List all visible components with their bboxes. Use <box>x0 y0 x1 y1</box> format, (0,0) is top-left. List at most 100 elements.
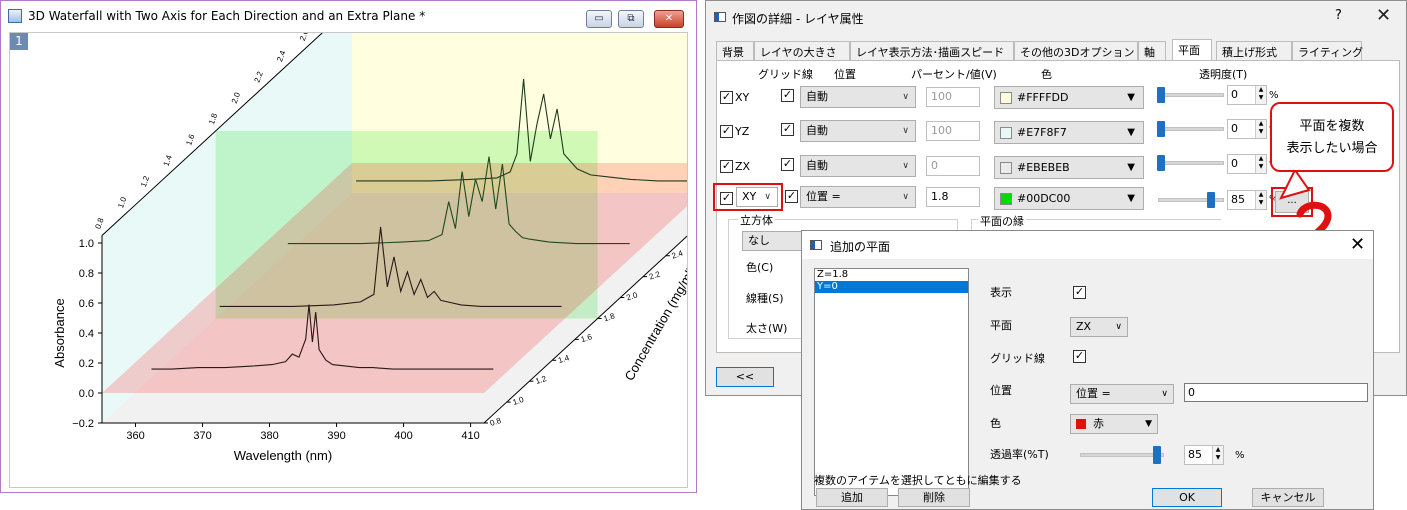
tab-axis[interactable]: 軸 <box>1138 41 1166 61</box>
minimize-button[interactable]: ▭ <box>586 10 612 28</box>
cancel-button[interactable]: キャンセル <box>1252 488 1324 507</box>
tab-display-speed[interactable]: レイヤ表示方法･描画スピード <box>850 41 1014 61</box>
position-yz-combo[interactable]: 自動 ∨ <box>800 120 916 142</box>
grid-zx-checkbox[interactable]: ✓ <box>781 158 794 171</box>
plane-value: ZX <box>1076 320 1092 333</box>
z-top-tick-label: 1.0 <box>116 195 128 209</box>
show-zx-checkbox[interactable]: ✓ <box>720 160 733 173</box>
delete-button[interactable]: 削除 <box>898 488 970 507</box>
color-zx-combo[interactable]: #EBEBEB ▼ <box>994 156 1144 179</box>
transparency-zx-slider[interactable] <box>1157 155 1224 171</box>
position-value-input[interactable]: 0 <box>1184 383 1368 402</box>
y-tick-label: 0.2 <box>79 358 94 370</box>
value-zx-input[interactable]: 0 <box>926 156 980 176</box>
grid-yz-checkbox[interactable]: ✓ <box>781 123 794 136</box>
position-zx-value: 自動 <box>806 159 828 172</box>
restore-button[interactable]: ⧉ <box>618 10 644 28</box>
color-header: 色 <box>1041 68 1052 81</box>
x-tick-label: 380 <box>260 430 278 442</box>
z-tick-label: 0.8 <box>489 416 503 428</box>
close-button[interactable]: ✕ <box>654 10 684 28</box>
position-extra-combo[interactable]: 位置 = ∨ <box>800 186 916 208</box>
list-item[interactable]: Y=0 <box>815 281 968 293</box>
chevron-down-icon: ∨ <box>902 92 909 102</box>
position-zx-combo[interactable]: 自動 ∨ <box>800 155 916 177</box>
position-mode-combo[interactable]: 位置 = ∨ <box>1070 384 1174 404</box>
dropdown-arrow-icon: ▼ <box>1127 193 1135 204</box>
transparency-xy-spin[interactable]: 0 ▲ ▼ <box>1227 85 1267 105</box>
transparency-yz-spin[interactable]: 0 ▲ ▼ <box>1227 119 1267 139</box>
tab-stacking[interactable]: 積上げ形式 <box>1216 41 1292 61</box>
z-top-tick-label: 0.8 <box>93 216 105 230</box>
layer-badge[interactable]: 1 <box>10 33 28 50</box>
grid-extra-checkbox[interactable]: ✓ <box>785 190 798 203</box>
transparency-label: 透過率(%T) <box>990 448 1049 461</box>
spin-arrows-icon[interactable]: ▲ ▼ <box>1255 155 1266 173</box>
graph-titlebar[interactable]: 3D Waterfall with Two Axis for Each Dire… <box>1 1 696 31</box>
graph-window-title: 3D Waterfall with Two Axis for Each Dire… <box>28 9 426 23</box>
color-extra-combo[interactable]: #00DC00 ▼ <box>994 187 1144 210</box>
y-tick-label: −0.2 <box>72 418 94 430</box>
tab-planes[interactable]: 平面 <box>1172 39 1212 62</box>
grid-xy-checkbox[interactable]: ✓ <box>781 89 794 102</box>
transparency-yz-slider[interactable] <box>1157 121 1224 137</box>
plane-combo[interactable]: ZX ∨ <box>1070 317 1128 337</box>
tab-background[interactable]: 背景 <box>716 41 754 61</box>
tab-3d-options[interactable]: その他の3Dオプション <box>1014 41 1138 61</box>
ok-button[interactable]: OK <box>1152 488 1222 507</box>
x-tick-label: 390 <box>327 430 345 442</box>
value-yz-input[interactable]: 100 <box>926 121 980 141</box>
value-extra-input[interactable]: 1.8 <box>926 187 980 207</box>
position-xy-combo[interactable]: 自動 ∨ <box>800 86 916 108</box>
transparency-header: 透明度(T) <box>1199 68 1248 81</box>
color-xy-combo[interactable]: #FFFFDD ▼ <box>994 86 1144 109</box>
show-xy-checkbox[interactable]: ✓ <box>720 91 733 104</box>
extra-plane-combo[interactable]: XY ∨ <box>736 187 778 207</box>
tab-lighting[interactable]: ライティング <box>1292 41 1363 61</box>
slider-thumb[interactable] <box>1157 121 1165 137</box>
x-tick-label: 360 <box>126 430 144 442</box>
transparency-extra-value: 85 <box>1231 193 1245 206</box>
slider-thumb[interactable] <box>1157 87 1165 103</box>
list-item[interactable]: Z=1.8 <box>815 269 968 281</box>
spin-arrows-icon[interactable]: ▲ ▼ <box>1212 446 1223 464</box>
graph-canvas[interactable]: −0.2−0.20.00.00.20.20.40.40.60.60.80.81.… <box>9 0 757 488</box>
additional-planes-title: 追加の平面 <box>830 240 891 254</box>
dialog-icon <box>714 12 726 22</box>
spin-arrows-icon[interactable]: ▲ ▼ <box>1255 120 1266 138</box>
color-label: 色 <box>990 417 1001 430</box>
value-xy-input[interactable]: 100 <box>926 87 980 107</box>
transparency-spin[interactable]: 85 ▲ ▼ <box>1184 445 1224 465</box>
show-yz-checkbox[interactable]: ✓ <box>720 125 733 138</box>
transparency-zx-spin[interactable]: 0 ▲ ▼ <box>1227 154 1267 174</box>
transparency-extra-spin[interactable]: 85 ▲ ▼ <box>1227 190 1267 210</box>
show-checkbox[interactable]: ✓ <box>1073 286 1086 299</box>
grid-checkbox[interactable]: ✓ <box>1073 350 1086 363</box>
color-combo[interactable]: 赤 ▼ <box>1070 414 1158 434</box>
additional-planes-titlebar[interactable]: 追加の平面 ✕ <box>802 231 1373 259</box>
color-yz-combo[interactable]: #E7F8F7 ▼ <box>994 121 1144 144</box>
dialog-close-icon[interactable]: ✕ <box>1376 5 1391 26</box>
spin-arrows-icon[interactable]: ▲ ▼ <box>1255 191 1266 209</box>
slider-thumb[interactable] <box>1157 155 1165 171</box>
transparency-slider[interactable] <box>1080 446 1164 464</box>
z-tick-label: 1.6 <box>580 332 594 344</box>
multi-edit-hint: 複数のアイテムを選択してともに編集する <box>814 474 1022 487</box>
chevron-down-icon: ∨ <box>902 192 909 202</box>
z-top-tick-label: 2.0 <box>230 91 242 105</box>
transparency-extra-slider[interactable] <box>1158 192 1224 208</box>
show-extra-plane-checkbox[interactable]: ✓ <box>720 192 733 205</box>
help-button[interactable]: ? <box>1335 8 1342 23</box>
slider-thumb[interactable] <box>1153 446 1161 464</box>
spin-arrows-icon[interactable]: ▲ ▼ <box>1255 86 1266 104</box>
plane-list[interactable]: Z=1.8 Y=0 <box>814 268 969 496</box>
add-button[interactable]: 追加 <box>816 488 888 507</box>
close-icon[interactable]: ✕ <box>1350 234 1365 255</box>
collapse-button[interactable]: << <box>716 367 774 387</box>
slider-thumb[interactable] <box>1207 192 1215 208</box>
transparency-xy-slider[interactable] <box>1157 87 1224 103</box>
grid-label: グリッド線 <box>990 352 1045 365</box>
graph-window: 3D Waterfall with Two Axis for Each Dire… <box>0 0 757 493</box>
color-swatch <box>1000 92 1012 104</box>
tab-layer-size[interactable]: レイヤの大きさ <box>754 41 850 61</box>
